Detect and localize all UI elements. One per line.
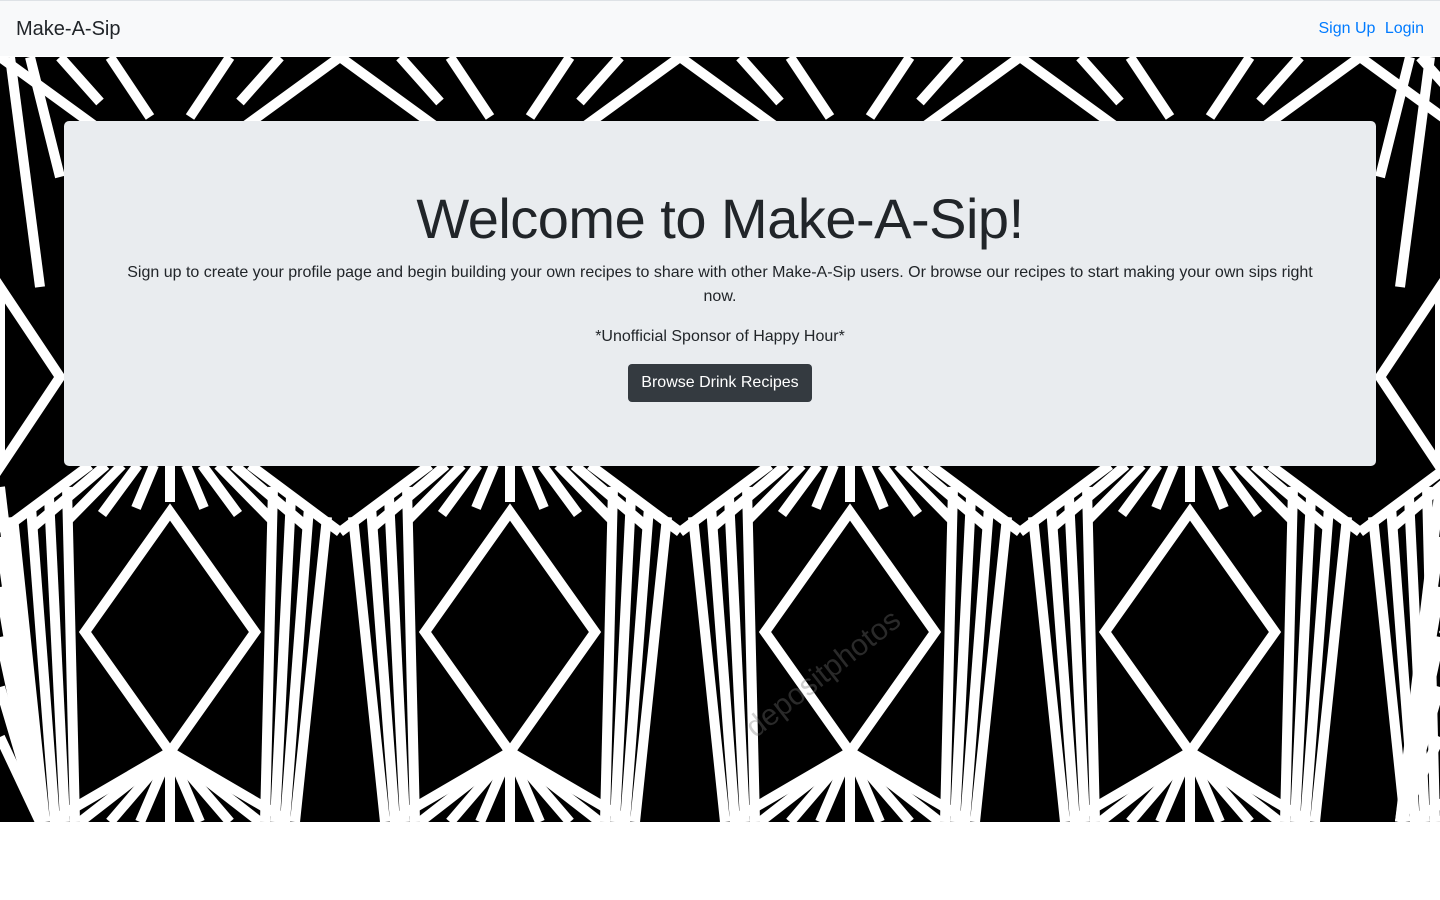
page-title: Welcome to Make-A-Sip! (416, 187, 1024, 250)
top-navbar: Make-A-Sip Sign Up Login (0, 0, 1440, 56)
welcome-jumbotron: Welcome to Make-A-Sip! Sign up to create… (64, 121, 1376, 466)
nav-links: Sign Up Login (1313, 19, 1424, 39)
hero-background: depositphotos Welcome to Make-A-Sip! Sig… (0, 57, 1440, 822)
tagline: *Unofficial Sponsor of Happy Hour* (595, 328, 845, 345)
brand-logo-link[interactable]: Make-A-Sip (16, 17, 120, 41)
sign-up-link[interactable]: Sign Up (1318, 20, 1375, 37)
login-link[interactable]: Login (1385, 20, 1424, 37)
browse-drink-recipes-button[interactable]: Browse Drink Recipes (628, 364, 812, 402)
intro-text: Sign up to create your profile page and … (127, 264, 1313, 305)
